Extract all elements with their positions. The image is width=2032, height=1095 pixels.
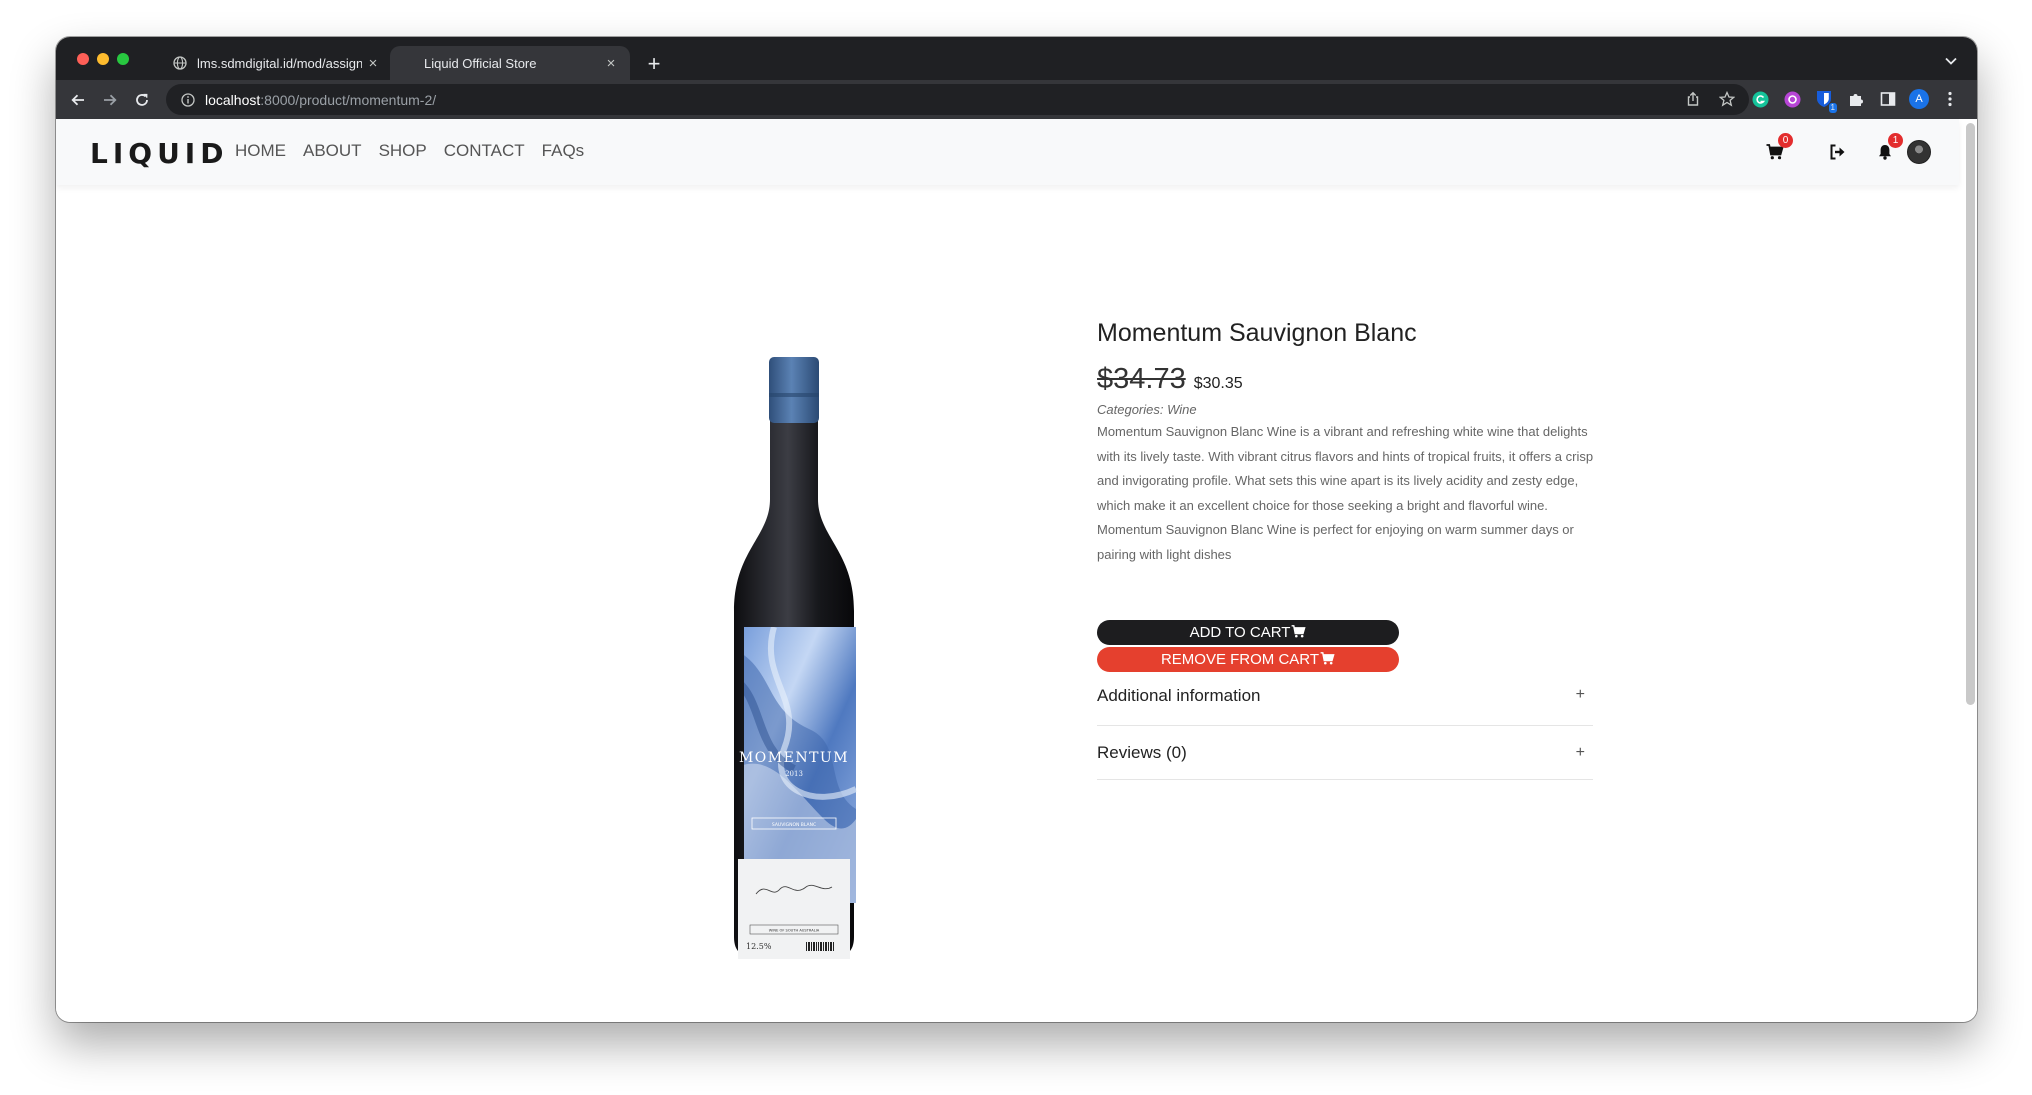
tab-lms[interactable]: lms.sdmdigital.id/mod/assign/v × [160,46,392,80]
minimize-window-button[interactable] [97,53,109,65]
nav-contact[interactable]: CONTACT [444,141,525,161]
accordion-label: Additional information [1097,686,1261,705]
header-actions: 0 1 [1762,133,1931,165]
puzzle-extensions-icon[interactable] [1845,88,1867,110]
close-window-button[interactable] [77,53,89,65]
tab-close-icon[interactable]: × [362,52,384,74]
cart-icon [1320,648,1335,673]
extension-badge: 1 [1828,103,1837,113]
address-bar[interactable]: localhost:8000/product/momentum-2/ [166,84,1749,115]
bookmark-star-icon[interactable] [1718,90,1736,112]
product-title: Momentum Sauvignon Blanc [1097,319,1417,347]
remove-from-cart-button[interactable]: REMOVE FROM CART [1097,647,1399,672]
site-header: LIQUID HOME ABOUT SHOP CONTACT FAQs 0 1 [56,119,1959,185]
cart-count-badge: 0 [1778,133,1793,148]
tab-title: Liquid Official Store [424,55,537,71]
share-icon[interactable] [1685,91,1701,112]
bottle-abv-text: 12.5% [746,942,772,951]
bottle-brand-text: MOMENTUM [739,750,849,766]
accordion-additional-information[interactable]: Additional information + [1097,686,1593,726]
product-prices: $34.73 $30.35 [1097,363,1595,396]
bitwarden-extension-icon[interactable]: 1 [1813,88,1837,113]
product-categories: Categories: Wine [1097,402,1197,417]
plus-icon[interactable]: + [1576,686,1593,704]
product-details: Momentum Sauvignon Blanc $34.73 $30.35 C… [1097,319,1595,780]
browser-toolbar: localhost:8000/product/momentum-2/ 1 A [56,80,1977,119]
bottle-region-text: WINE OF SOUTH AUSTRALIA [769,929,820,933]
page-scrollbar[interactable] [1966,123,1975,705]
globe-icon [172,55,188,71]
side-panel-icon[interactable] [1877,88,1899,110]
page-viewport: LIQUID HOME ABOUT SHOP CONTACT FAQs 0 1 [56,119,1977,1022]
tab-liquid-store[interactable]: Liquid Official Store × [390,46,630,80]
tab-strip: lms.sdmdigital.id/mod/assign/v × Liquid … [56,37,1977,80]
color-picker-extension-icon[interactable] [1781,88,1803,110]
original-price: $34.73 [1097,363,1186,395]
kebab-menu-icon[interactable] [1939,88,1961,110]
add-to-cart-button[interactable]: ADD TO CART [1097,620,1399,645]
maximize-window-button[interactable] [117,53,129,65]
url-text: localhost:8000/product/momentum-2/ [205,92,436,108]
product-description: Momentum Sauvignon Blanc Wine is a vibra… [1097,424,1594,562]
nav-home[interactable]: HOME [235,141,286,161]
notification-count-badge: 1 [1888,133,1903,148]
omnibox-actions [1685,90,1736,112]
grammarly-extension-icon[interactable] [1749,88,1771,110]
remove-from-cart-label: REMOVE FROM CART [1160,651,1320,668]
extensions-row: 1 A [1749,88,1961,113]
bottle-year-text: 2013 [785,770,803,778]
back-arrow-icon[interactable] [66,88,90,112]
logout-icon[interactable] [1825,139,1851,165]
nav-about[interactable]: ABOUT [303,141,362,161]
sale-price: $30.35 [1193,375,1243,392]
forward-arrow-icon[interactable] [98,88,122,112]
new-tab-button[interactable]: + [640,50,668,78]
tab-close-icon[interactable]: × [600,52,622,74]
nav-shop[interactable]: SHOP [379,141,427,161]
product-image: MOMENTUM 2013 SAUVIGNON BLANC WINE OF SO… [714,349,874,959]
browser-window: lms.sdmdigital.id/mod/assign/v × Liquid … [56,37,1977,1022]
chevron-down-icon[interactable] [1941,51,1961,71]
accordion-reviews[interactable]: Reviews (0) + [1097,726,1593,780]
avatar[interactable] [1907,140,1931,164]
bell-icon[interactable]: 1 [1872,133,1903,165]
profile-avatar[interactable]: A [1909,89,1929,109]
plus-icon[interactable]: + [1576,744,1593,762]
add-to-cart-label: ADD TO CART [1189,624,1291,641]
accordion-label: Reviews (0) [1097,742,1187,762]
url-host: localhost [205,91,261,108]
site-logo[interactable]: LIQUID [90,137,228,170]
nav-faqs[interactable]: FAQs [542,141,585,161]
bottle-variety-text: SAUVIGNON BLANC [772,822,816,828]
cart-icon[interactable]: 0 [1762,133,1793,165]
reload-icon[interactable] [130,88,154,112]
tab-title: lms.sdmdigital.id/mod/assign/v [197,55,362,71]
info-icon[interactable] [180,92,196,108]
url-path: :8000/product/momentum-2/ [260,91,437,108]
product-accordion: Additional information + Reviews (0) + [1097,686,1593,780]
cart-icon [1291,621,1306,646]
main-nav: HOME ABOUT SHOP CONTACT FAQs [235,141,584,161]
